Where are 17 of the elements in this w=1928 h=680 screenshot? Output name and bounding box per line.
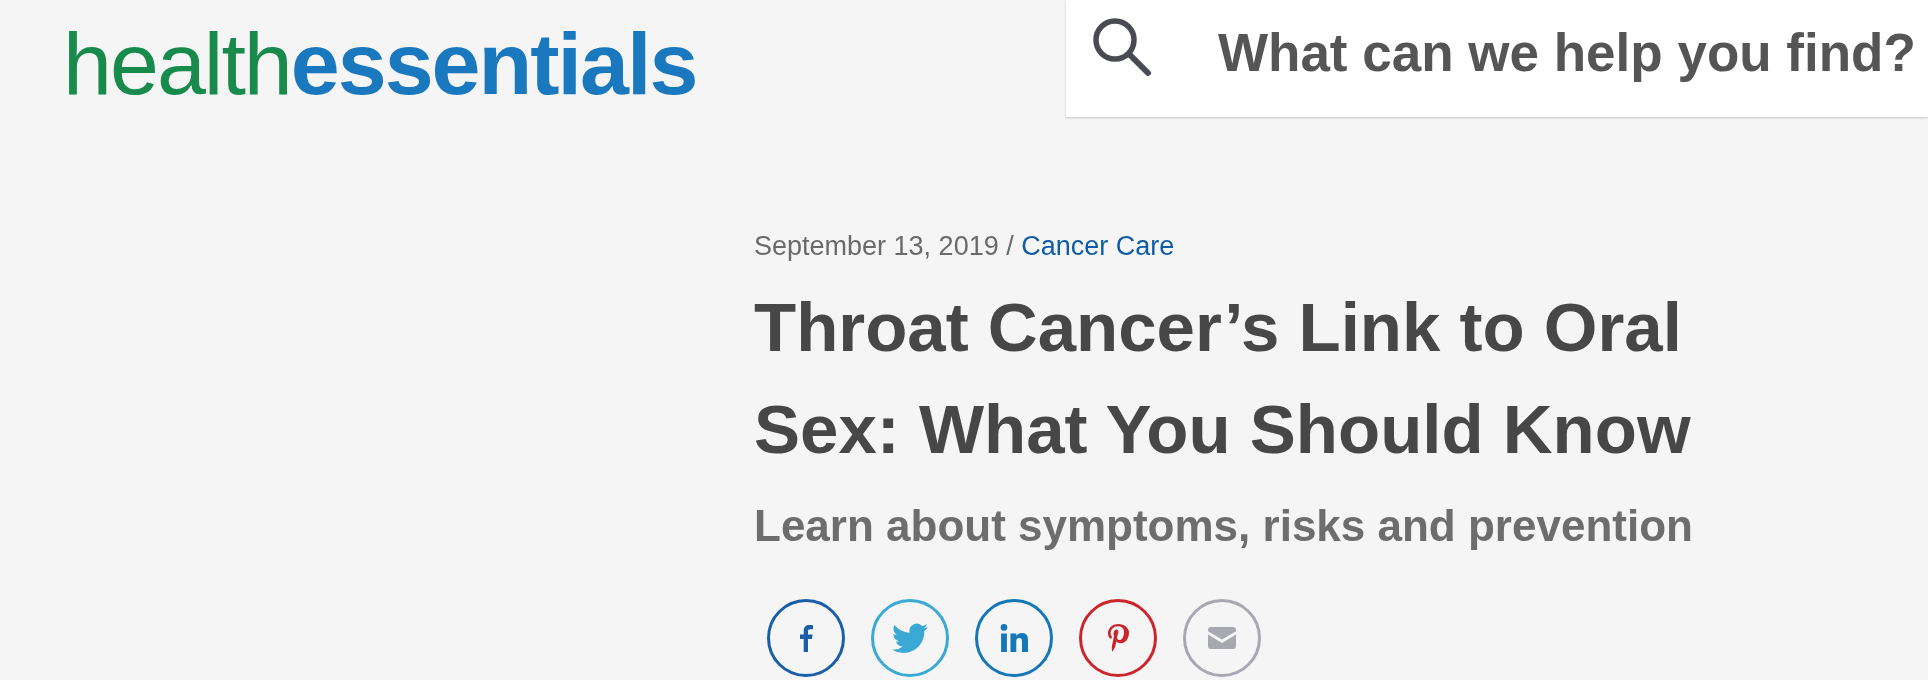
separator-text: /: [1006, 231, 1014, 261]
publish-date: September 13, 2019: [754, 231, 999, 261]
twitter-share-button[interactable]: [871, 599, 949, 677]
article-subtitle: Learn about symptoms, risks and prevention: [754, 500, 1693, 552]
article-title: Throat Cancer’s Link to Oral Sex: What You Should Know: [754, 288, 1692, 470]
search-icon: [1092, 17, 1152, 77]
pinterest-icon: [1107, 624, 1129, 652]
envelope-icon: [1208, 627, 1236, 649]
linkedin-share-button[interactable]: [975, 599, 1053, 677]
category-link[interactable]: Cancer Care: [1021, 231, 1175, 261]
bird-icon: [892, 623, 928, 653]
search-field[interactable]: What can we help you find?: [1066, 0, 1928, 117]
pinterest-share-button[interactable]: [1079, 599, 1157, 677]
linkedin-icon: [999, 624, 1029, 652]
facebook-share-button[interactable]: [767, 599, 845, 677]
site-logo[interactable]: healthessentials: [63, 20, 697, 108]
facebook-icon: [799, 624, 813, 652]
